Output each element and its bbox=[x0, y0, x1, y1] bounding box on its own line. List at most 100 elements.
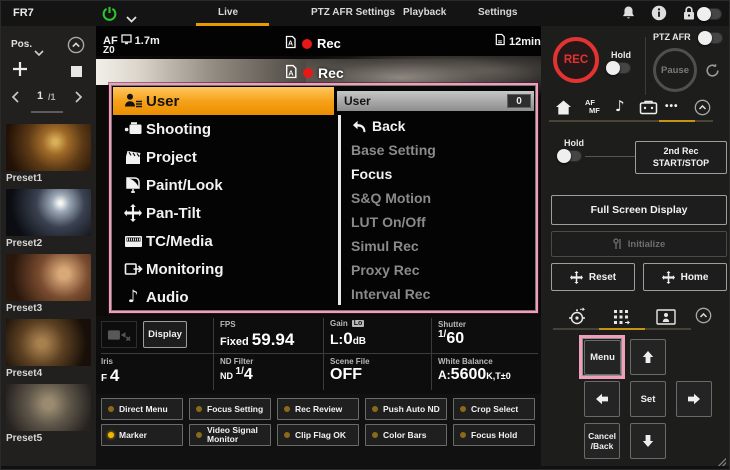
focus-distance-value: 1.7m bbox=[135, 35, 160, 47]
menu-item-paint-look[interactable]: Paint/Look bbox=[113, 171, 334, 199]
af-mf-tab-icon[interactable]: AFMF bbox=[585, 99, 600, 116]
media-tab-icon[interactable] bbox=[639, 100, 658, 120]
assign-lamp bbox=[108, 406, 114, 412]
full-screen-display-button[interactable]: Full Screen Display bbox=[551, 195, 727, 225]
arrow-left-icon bbox=[595, 392, 609, 406]
scene-file-value[interactable]: OFF bbox=[330, 366, 362, 384]
menu-item-tc-media[interactable]: TC/Media bbox=[113, 227, 334, 255]
add-preset-button[interactable] bbox=[11, 60, 29, 83]
monitor-out-icon bbox=[120, 261, 146, 277]
preset-page-prev-icon[interactable] bbox=[11, 90, 19, 108]
submenu-item-back[interactable]: Back bbox=[337, 115, 534, 137]
four-way-icon bbox=[662, 271, 675, 284]
panel-collapse-icon[interactable] bbox=[695, 307, 712, 329]
position-chevron-down-icon[interactable] bbox=[34, 43, 44, 61]
menu-item-project[interactable]: Project bbox=[113, 143, 334, 171]
lock-toggle[interactable] bbox=[698, 8, 722, 20]
tab-playback[interactable]: Playback bbox=[403, 7, 446, 18]
assign-lamp bbox=[108, 432, 114, 438]
svg-text:A: A bbox=[288, 41, 293, 48]
preset-thumbnail-4[interactable] bbox=[6, 319, 91, 366]
tab-settings[interactable]: Settings bbox=[478, 7, 517, 18]
assignable-button-push-auto-nd[interactable]: Push Auto ND bbox=[365, 398, 447, 420]
second-rec-hold-toggle[interactable] bbox=[558, 150, 582, 162]
submenu-item-focus[interactable]: Focus bbox=[337, 163, 534, 185]
assignable-button-video-signal-monitor[interactable]: Video Signal Monitor bbox=[189, 424, 271, 446]
fps-label: FPS bbox=[220, 320, 236, 329]
white-balance-value[interactable]: A:5600K,T±0 bbox=[438, 366, 511, 384]
assign-lamp bbox=[284, 406, 290, 412]
tab-ptz-afr-settings[interactable]: PTZ AFR Settings bbox=[311, 7, 395, 18]
menu-item-pan-tilt[interactable]: Pan-Tilt bbox=[113, 199, 334, 227]
position-group-label[interactable]: Pos. bbox=[11, 39, 32, 50]
info-divider bbox=[213, 318, 214, 390]
assignable-button-marker[interactable]: Marker bbox=[101, 424, 183, 446]
ptz-afr-label: PTZ AFR bbox=[653, 32, 691, 42]
timecode-icon bbox=[120, 233, 146, 249]
ptz-afr-toggle[interactable] bbox=[699, 32, 723, 44]
preset-thumbnail-3[interactable] bbox=[6, 254, 91, 301]
power-icon[interactable] bbox=[101, 5, 118, 27]
arrow-right-button[interactable] bbox=[676, 381, 712, 417]
rec-dot bbox=[302, 39, 312, 49]
home-tab-icon[interactable] bbox=[555, 100, 572, 120]
rec-button[interactable]: REC bbox=[553, 37, 599, 83]
preset-page-total: /1 bbox=[48, 92, 56, 102]
tracking-tab-icon[interactable] bbox=[656, 309, 676, 330]
assignable-button-focus-hold[interactable]: Focus Hold bbox=[453, 424, 535, 446]
assign-lamp bbox=[460, 406, 466, 412]
white-balance-label: White Balance bbox=[438, 357, 493, 366]
fps-value[interactable]: Fixed 59.94 bbox=[220, 330, 294, 350]
stop-button[interactable] bbox=[71, 66, 82, 77]
top-bar: FR7 Live PTZ AFR Settings Playback Setti… bbox=[1, 1, 730, 26]
preset-thumbnail-1[interactable] bbox=[6, 124, 91, 171]
menu-item-monitoring[interactable]: Monitoring bbox=[113, 255, 334, 283]
cancel-back-button[interactable]: Cancel/Back bbox=[584, 423, 620, 459]
clapperboard-icon bbox=[120, 149, 146, 166]
more-tab-icon[interactable]: ••• bbox=[665, 101, 679, 112]
assignable-button-focus-setting[interactable]: Focus Setting bbox=[189, 398, 271, 420]
menu-item-user[interactable]: User bbox=[113, 87, 334, 115]
afr-restart-icon[interactable] bbox=[704, 62, 721, 84]
assignable-button-color-bars[interactable]: Color Bars bbox=[365, 424, 447, 446]
second-rec-start-stop-button[interactable]: 2nd RecSTART/STOP bbox=[635, 141, 727, 174]
initialize-icon bbox=[613, 238, 623, 250]
resize-grip[interactable] bbox=[718, 458, 726, 466]
pan-tilt-home-button[interactable]: Home bbox=[643, 263, 727, 291]
zoom-position-value: Z0 bbox=[103, 45, 115, 56]
audio-tab-icon[interactable]: ♪ bbox=[615, 97, 625, 115]
arrow-down-button[interactable] bbox=[630, 423, 666, 459]
arrow-up-button[interactable] bbox=[630, 339, 666, 375]
overlay-rec-label: Rec bbox=[318, 65, 344, 81]
shutter-value[interactable]: 1/60 bbox=[438, 329, 464, 348]
arrow-left-button[interactable] bbox=[584, 381, 620, 417]
submenu-badge: 0 bbox=[507, 94, 531, 108]
preset-thumbnail-2[interactable] bbox=[6, 189, 91, 236]
camera-menu-overlay: User Shooting Project Paint/Look Pan-Til… bbox=[109, 83, 538, 313]
info-icon[interactable] bbox=[651, 5, 667, 26]
gain-value[interactable]: L:0dB bbox=[330, 329, 366, 349]
assignable-button-crop-select[interactable]: Crop Select bbox=[453, 398, 535, 420]
svg-text:A: A bbox=[288, 68, 294, 77]
preset-thumbnail-5[interactable] bbox=[6, 384, 91, 431]
panel-collapse-icon[interactable] bbox=[67, 36, 85, 59]
display-button[interactable]: Display bbox=[143, 321, 187, 348]
menu-item-shooting[interactable]: Shooting bbox=[113, 115, 334, 143]
tab-live[interactable]: Live bbox=[218, 7, 238, 18]
rec-hold-toggle[interactable] bbox=[607, 62, 631, 74]
pan-tilt-reset-button[interactable]: Reset bbox=[551, 263, 635, 291]
preset-page-next-icon[interactable] bbox=[75, 90, 83, 108]
shutter-label: Shutter bbox=[438, 320, 466, 329]
assignable-button-rec-review[interactable]: Rec Review bbox=[277, 398, 359, 420]
menu-button[interactable]: Menu bbox=[584, 340, 621, 375]
set-button[interactable]: Set bbox=[630, 381, 666, 417]
assign-lamp bbox=[372, 406, 378, 412]
menu-item-audio[interactable]: ♪ Audio bbox=[113, 283, 334, 311]
panel-collapse-icon[interactable] bbox=[694, 99, 711, 121]
assignable-button-direct-menu[interactable]: Direct Menu bbox=[101, 398, 183, 420]
iris-value[interactable]: F 4 bbox=[101, 366, 119, 386]
assignable-button-clip-flag-ok[interactable]: Clip Flag OK bbox=[277, 424, 359, 446]
notification-bell-icon[interactable] bbox=[621, 5, 636, 26]
nd-filter-value[interactable]: ND 1/4 bbox=[220, 366, 253, 384]
paint-icon bbox=[120, 176, 146, 194]
